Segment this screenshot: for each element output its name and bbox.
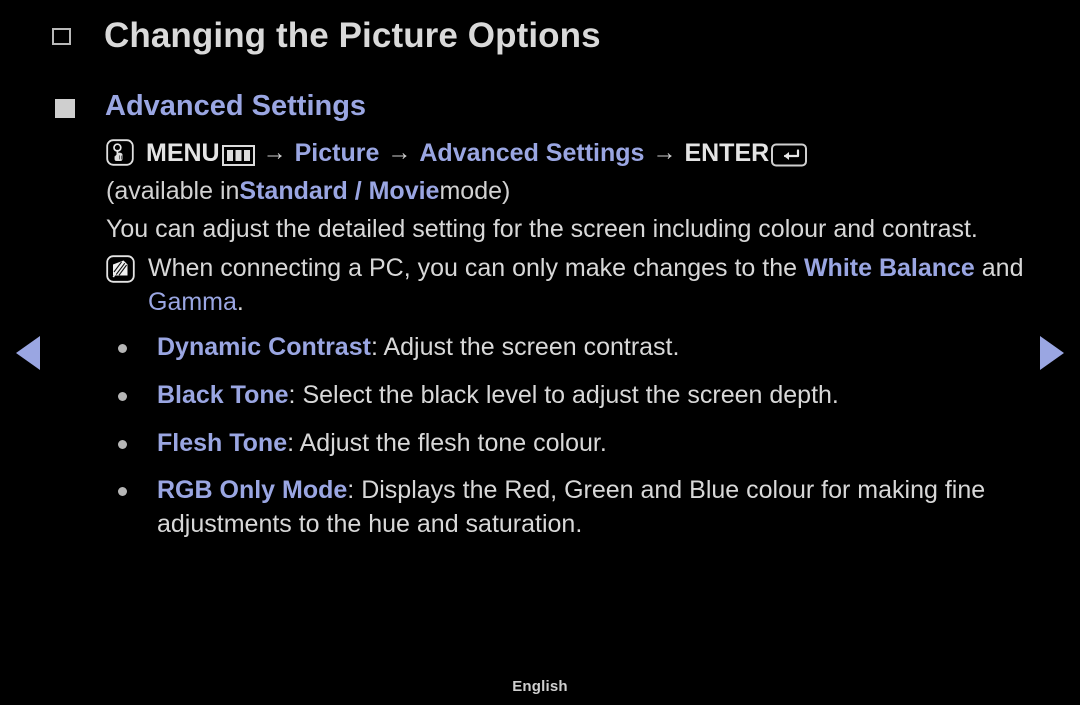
path-arrow-1: → <box>262 139 287 166</box>
options-list: Dynamic Contrast: Adjust the screen cont… <box>106 331 1026 542</box>
footer-language: English <box>512 678 568 695</box>
option-text: Dynamic Contrast: Adjust the screen cont… <box>157 331 679 365</box>
touch-press-icon <box>106 138 134 166</box>
menu-item-advanced-settings: Advanced Settings <box>419 138 645 167</box>
next-page-arrow[interactable] <box>1040 336 1064 370</box>
option-name: Black Tone <box>157 380 289 409</box>
menu-path: MENU → Picture → Advanced Settings → ENT… <box>106 134 1026 172</box>
note-part-1: When connecting a PC, you can only make … <box>148 254 804 282</box>
bullet-dot-icon <box>118 439 127 449</box>
note-text: When connecting a PC, you can only make … <box>148 252 1026 319</box>
note-part-3: . <box>236 287 244 316</box>
list-item: Dynamic Contrast: Adjust the screen cont… <box>106 331 1026 365</box>
list-item: Black Tone: Select the black level to ad… <box>106 379 1026 413</box>
content-body: MENU → Picture → Advanced Settings → ENT… <box>106 134 1026 556</box>
option-text: Black Tone: Select the black level to ad… <box>157 379 839 413</box>
manual-page: Changing the Picture Options Advanced Se… <box>0 0 1080 705</box>
note-pencil-icon <box>106 255 135 283</box>
enter-label: ENTER <box>684 138 770 167</box>
note-highlight-gamma: Gamma <box>148 287 237 316</box>
path-arrow-3: → <box>652 139 677 166</box>
option-separator: : <box>370 333 384 361</box>
option-description: Adjust the screen contrast. <box>383 333 680 361</box>
note-highlight-white-balance: White Balance <box>803 254 975 282</box>
bullet-dot-icon <box>118 487 127 497</box>
option-name: Dynamic Contrast <box>157 333 371 361</box>
list-item: Flesh Tone: Adjust the flesh tone colour… <box>106 427 1026 461</box>
description-line: You can adjust the detailed setting for … <box>106 214 978 243</box>
availability-prefix: (available in <box>106 176 240 205</box>
page-title-row: Changing the Picture Options <box>52 14 601 58</box>
enter-return-icon <box>771 143 808 167</box>
option-separator: : <box>347 476 362 505</box>
option-text: Flesh Tone: Adjust the flesh tone colour… <box>157 427 607 461</box>
section-heading: Advanced Settings <box>105 90 367 122</box>
option-text: RGB Only Mode: Displays the Red, Green a… <box>157 474 1026 542</box>
previous-page-arrow[interactable] <box>16 336 40 370</box>
menu-bars-icon <box>221 144 255 166</box>
hollow-square-bullet-icon <box>52 28 71 45</box>
bullet-dot-icon <box>118 344 127 353</box>
availability-line: (available in Standard / Movie mode) <box>106 172 1026 210</box>
section-heading-row: Advanced Settings <box>55 88 366 126</box>
path-arrow-2: → <box>387 139 412 166</box>
option-description: Adjust the flesh tone colour. <box>299 428 607 457</box>
menu-item-picture: Picture <box>294 138 380 167</box>
option-name: Flesh Tone <box>157 428 288 457</box>
option-separator: : <box>287 428 300 457</box>
option-name: RGB Only Mode <box>157 476 348 505</box>
note-row: When connecting a PC, you can only make … <box>106 252 1026 319</box>
menu-label: MENU <box>146 138 220 167</box>
bullet-dot-icon <box>118 391 127 401</box>
option-separator: : <box>288 380 303 409</box>
page-title: Changing the Picture Options <box>104 16 601 55</box>
solid-square-bullet-icon <box>55 99 75 118</box>
option-description: Select the black level to adjust the scr… <box>302 380 839 409</box>
note-part-2: and <box>974 254 1024 282</box>
availability-modes: Standard / Movie <box>239 176 440 205</box>
availability-suffix: mode) <box>439 176 511 205</box>
list-item: RGB Only Mode: Displays the Red, Green a… <box>106 474 1026 542</box>
